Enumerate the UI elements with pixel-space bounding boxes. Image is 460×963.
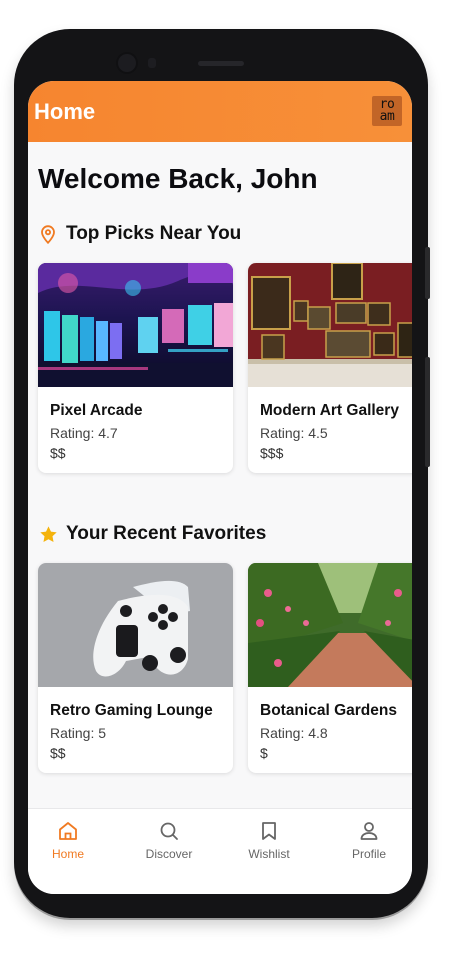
section-header-top-picks: Top Picks Near You — [38, 223, 241, 245]
volume-button — [425, 247, 430, 299]
place-card-modern-art-gallery[interactable]: Modern Art Gallery Rating: 4.5 $$$ — [248, 263, 412, 473]
nav-wishlist[interactable]: Wishlist — [229, 819, 309, 861]
map-pin-icon — [38, 224, 58, 244]
app-screen: Home ro am Welcome Back, John Top Picks N… — [28, 81, 412, 894]
app-header: Home ro am — [28, 81, 412, 142]
home-icon — [56, 819, 80, 843]
arcade-photo — [38, 263, 233, 387]
card-rating: Rating: 4.5 — [260, 425, 328, 441]
page-title: Home — [34, 99, 96, 124]
welcome-heading: Welcome Back, John — [38, 163, 318, 194]
card-rating: Rating: 5 — [50, 725, 107, 741]
card-rating: Rating: 4.7 — [50, 425, 118, 441]
section-header-recent-favorites: Your Recent Favorites — [38, 523, 266, 545]
nav-discover[interactable]: Discover — [129, 819, 209, 861]
card-price: $ — [260, 745, 268, 761]
proximity-sensor — [148, 58, 156, 68]
star-icon — [38, 524, 58, 544]
bookmark-icon — [257, 819, 281, 843]
logo-text-bottom: am — [379, 109, 395, 124]
nav-home[interactable]: Home — [28, 819, 108, 861]
bottom-navigation: Home Discover Wishlist Profile — [28, 808, 412, 894]
nav-label: Profile — [351, 847, 386, 861]
card-rating: Rating: 4.8 — [260, 725, 328, 741]
nav-profile[interactable]: Profile — [329, 819, 409, 861]
card-price: $$ — [50, 445, 66, 461]
card-name: Retro Gaming Lounge — [50, 702, 213, 719]
power-button — [425, 357, 430, 467]
card-price: $$ — [50, 745, 66, 761]
card-name: Pixel Arcade — [50, 402, 143, 419]
game-controller-photo — [38, 563, 233, 687]
section-title: Top Picks Near You — [66, 223, 242, 244]
garden-photo — [248, 563, 412, 687]
nav-label: Wishlist — [248, 847, 290, 861]
place-card-botanical-gardens[interactable]: Botanical Gardens Rating: 4.8 $ — [248, 563, 412, 773]
section-title: Your Recent Favorites — [66, 523, 267, 544]
nav-label: Home — [51, 847, 84, 861]
nav-label: Discover — [145, 847, 193, 861]
gallery-photo — [248, 263, 412, 387]
place-card-retro-gaming-lounge[interactable]: Retro Gaming Lounge Rating: 5 $$ — [38, 563, 233, 773]
card-name: Modern Art Gallery — [260, 402, 399, 419]
roam-logo[interactable]: ro am — [372, 96, 402, 126]
user-icon — [357, 819, 381, 843]
card-name: Botanical Gardens — [260, 702, 397, 719]
place-card-pixel-arcade[interactable]: Pixel Arcade Rating: 4.7 $$ — [38, 263, 233, 473]
search-icon — [157, 819, 181, 843]
card-price: $$$ — [260, 445, 284, 461]
front-camera — [118, 54, 136, 72]
earpiece-speaker — [198, 61, 244, 66]
